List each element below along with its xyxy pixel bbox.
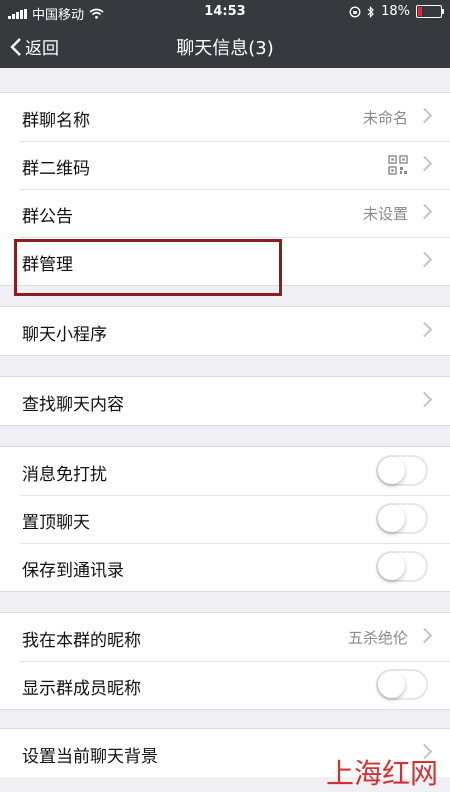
show-nicknames-toggle[interactable] (376, 669, 428, 700)
row-label: 我在本群的昵称 (22, 631, 141, 651)
status-right: 18% (349, 4, 444, 19)
save-contacts-toggle[interactable] (376, 551, 428, 582)
row-value: 五杀绝伦 (347, 629, 408, 647)
sticky-toggle[interactable] (376, 503, 428, 534)
row-mute-notifications: 消息免打扰 (0, 447, 450, 495)
nickname-section: 我在本群的昵称 五杀绝伦 显示群成员昵称 (0, 612, 450, 710)
row-value: 未设置 (362, 205, 408, 223)
row-save-to-contacts: 保存到通讯录 (0, 543, 450, 591)
row-label: 显示群成员昵称 (22, 679, 141, 699)
chevron-right-icon (416, 391, 433, 408)
chevron-right-icon (416, 155, 433, 172)
mute-toggle[interactable] (376, 455, 428, 486)
row-label: 置顶聊天 (22, 513, 90, 533)
toggle-knob (378, 505, 405, 532)
chevron-right-icon (416, 251, 433, 268)
search-section: 查找聊天内容 (0, 376, 450, 426)
battery-icon (416, 5, 444, 18)
row-label: 查找聊天内容 (22, 395, 124, 415)
page-title: 聊天信息(3) (176, 38, 274, 59)
row-my-nickname[interactable]: 我在本群的昵称 五杀绝伦 (0, 613, 450, 661)
rotation-lock-icon (349, 6, 361, 17)
chevron-right-icon (416, 107, 433, 124)
status-bar: 中国移动 14:53 18% (0, 0, 450, 24)
bluetooth-icon (367, 5, 374, 18)
chevron-right-icon (416, 627, 433, 644)
chat-settings-section: 消息免打扰 置顶聊天 保存到通讯录 (0, 446, 450, 592)
chevron-right-icon (416, 321, 433, 338)
row-group-management[interactable]: 群管理 (0, 237, 450, 285)
row-label: 聊天小程序 (22, 325, 107, 345)
row-label: 群公告 (22, 207, 73, 227)
watermark-logo: 上海红网 (325, 757, 438, 790)
row-label: 群聊名称 (22, 111, 90, 131)
nav-bar: 返回 聊天信息(3) (0, 24, 450, 68)
row-chat-mini-program[interactable]: 聊天小程序 (0, 307, 450, 355)
toggle-knob (378, 457, 405, 484)
row-label: 保存到通讯录 (22, 561, 124, 581)
row-label: 群二维码 (22, 159, 90, 179)
row-sticky-on-top: 置顶聊天 (0, 495, 450, 543)
group-info-section: 群聊名称 未命名 群二维码 群公告 未设置 群管理 (0, 92, 450, 286)
row-search-chat[interactable]: 查找聊天内容 (0, 377, 450, 425)
row-group-announcement[interactable]: 群公告 未设置 (0, 189, 450, 237)
row-group-qrcode[interactable]: 群二维码 (0, 141, 450, 189)
row-label: 设置当前聊天背景 (22, 747, 158, 767)
mini-program-section: 聊天小程序 (0, 306, 450, 356)
toggle-knob (378, 671, 405, 698)
chevron-right-icon (416, 203, 433, 220)
row-group-name[interactable]: 群聊名称 未命名 (0, 93, 450, 141)
row-label: 群管理 (22, 255, 73, 275)
toggle-knob (378, 553, 405, 580)
row-label: 消息免打扰 (22, 465, 107, 485)
qrcode-icon (388, 155, 408, 175)
row-show-member-nicknames: 显示群成员昵称 (0, 661, 450, 709)
row-value: 未命名 (362, 109, 408, 127)
battery-percent: 18% (381, 4, 410, 19)
